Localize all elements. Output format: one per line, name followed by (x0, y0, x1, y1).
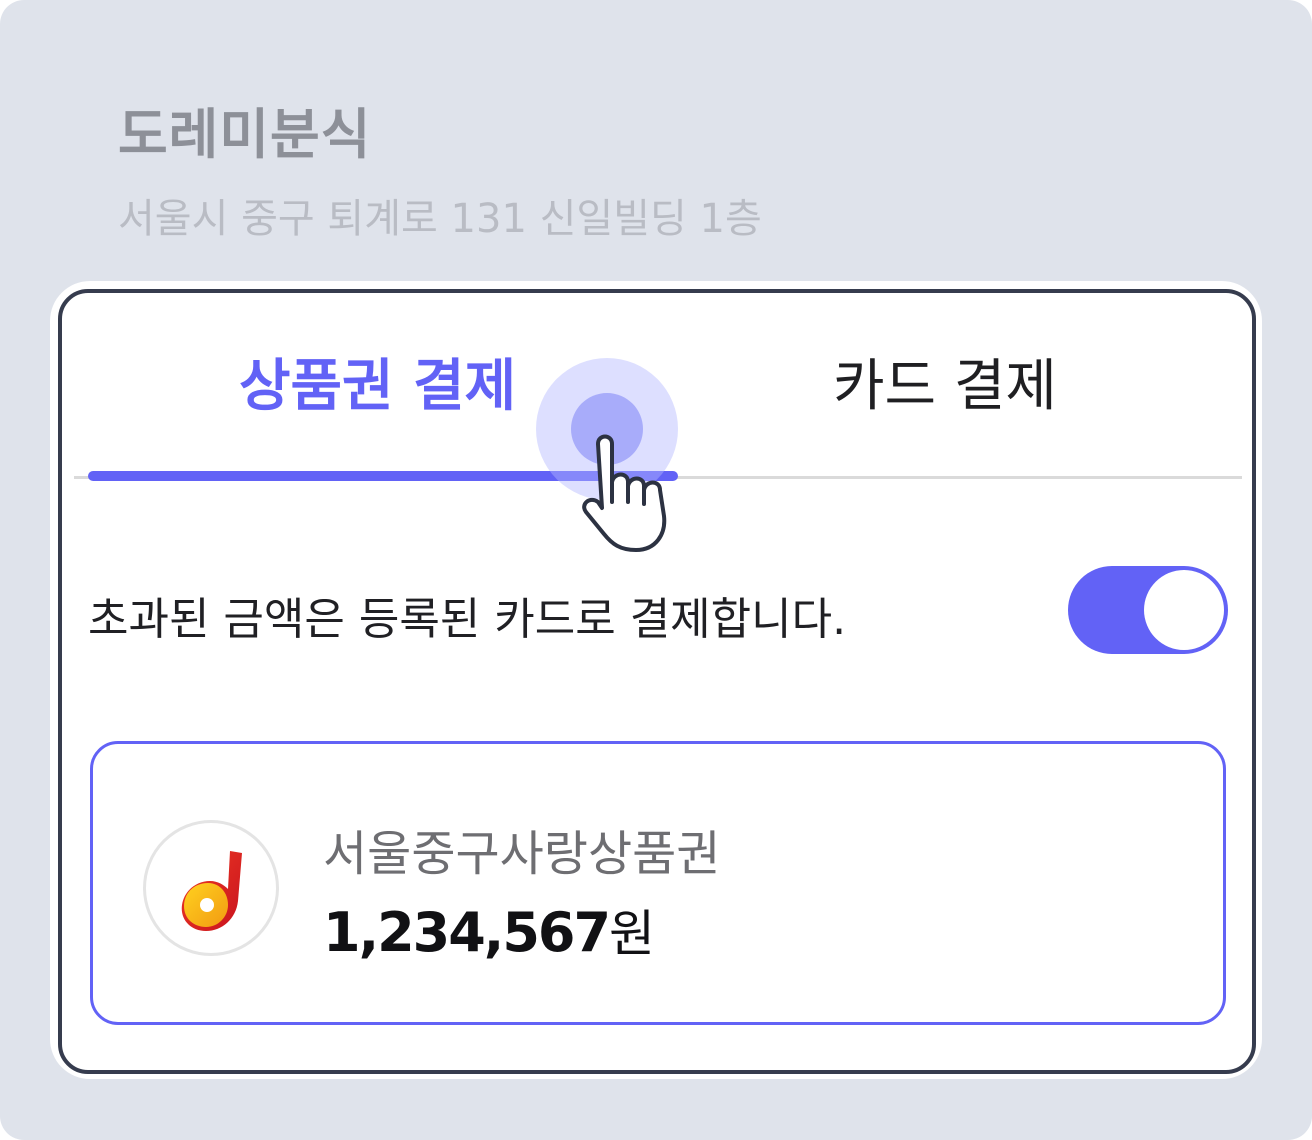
excess-payment-label: 초과된 금액은 등록된 카드로 결제합니다. (88, 594, 847, 645)
voucher-name: 서울중구사랑상품권 (323, 826, 721, 882)
d-logo-icon (181, 851, 242, 931)
voucher-amount: 1,234,567 (323, 901, 611, 964)
toggle-knob (1144, 570, 1224, 650)
tab-card-payment[interactable]: 카드 결제 (833, 341, 1057, 422)
screen-background: 도레미분식 서울시 중구 퇴계로 131 신일빌딩 1층 상품권 결제 카드 결… (0, 0, 1312, 1140)
voucher-logo (143, 820, 279, 956)
store-address: 서울시 중구 퇴계로 131 신일빌딩 1층 (118, 196, 762, 242)
tab-voucher-payment[interactable]: 상품권 결제 (239, 341, 516, 422)
voucher-option[interactable]: 서울중구사랑상품권 1,234,567원 (90, 741, 1226, 1025)
store-name: 도레미분식 (118, 103, 372, 166)
voucher-balance: 1,234,567원 (323, 894, 655, 966)
hand-pointer-icon (582, 434, 667, 552)
excess-payment-toggle[interactable] (1068, 566, 1228, 654)
voucher-unit: 원 (609, 905, 656, 963)
